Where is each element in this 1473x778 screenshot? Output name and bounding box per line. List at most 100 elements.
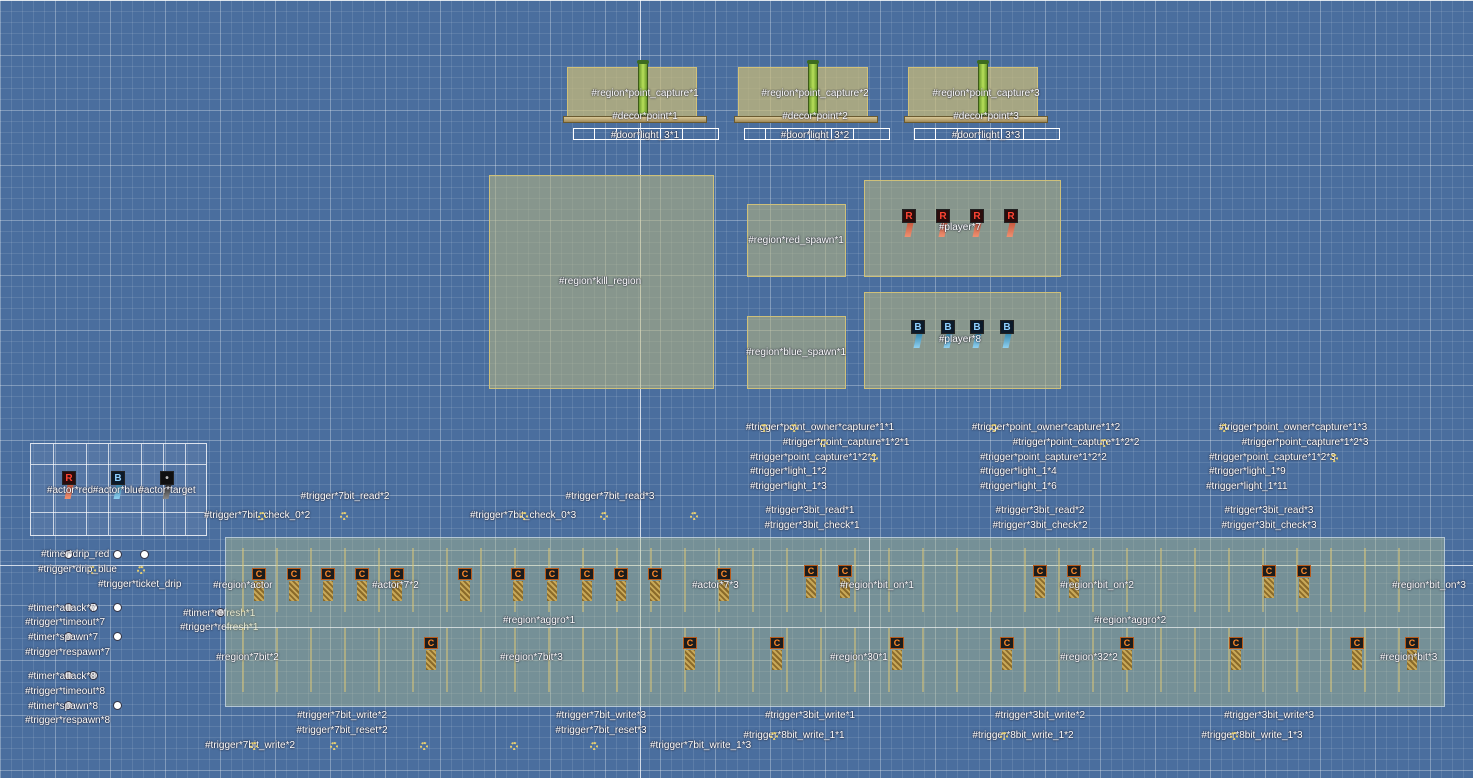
trigger-gear-icon[interactable] — [1330, 454, 1338, 462]
trigger-gear-icon[interactable] — [520, 512, 528, 520]
blue-player-sprite[interactable]: B — [911, 320, 925, 350]
origin-horizontal-axis — [0, 0, 1473, 1]
blue-player-sprite[interactable]: B — [970, 320, 984, 350]
door-light-row-3[interactable] — [914, 128, 1060, 140]
timer-node[interactable] — [216, 608, 225, 617]
door-light-row-2[interactable] — [744, 128, 890, 140]
trigger-gear-icon[interactable] — [760, 424, 768, 432]
trigger-gear-icon[interactable] — [820, 439, 828, 447]
trigger-label: #trigger*3bit_write*3 — [1223, 710, 1315, 721]
trigger-label: #trigger*point_capture*1*2*1 — [782, 437, 910, 448]
red-player-region[interactable] — [864, 180, 1061, 277]
trigger-gear-icon[interactable] — [510, 742, 518, 750]
bit-tile[interactable]: C — [1000, 637, 1014, 671]
bit-tile[interactable]: C — [1350, 637, 1364, 671]
capture-point-3-icon — [977, 60, 989, 116]
trigger-label: #trigger*7bit_read*3 — [565, 491, 655, 502]
bit-tile[interactable]: C — [545, 568, 559, 602]
bit-tile[interactable]: C — [287, 568, 301, 602]
capture-platform-1 — [563, 116, 707, 123]
bit-tile[interactable]: C — [1033, 565, 1047, 599]
trigger-label: #trigger*light_1*3 — [750, 481, 827, 492]
bit-tile[interactable]: C — [1262, 565, 1276, 599]
capture-point-1-icon — [637, 60, 649, 116]
door-light-row-1[interactable] — [573, 128, 719, 140]
bit-tile[interactable]: C — [321, 568, 335, 602]
actor-target-sprite[interactable]: • — [160, 471, 174, 501]
timer-node[interactable] — [140, 550, 149, 559]
bit-tile[interactable]: C — [580, 568, 594, 602]
trigger-label: #trigger*7bit_write*2 — [296, 710, 388, 721]
bit-tile[interactable]: C — [1405, 637, 1419, 671]
trigger-gear-icon[interactable] — [330, 742, 338, 750]
bit-tile[interactable]: C — [390, 568, 404, 602]
capture-platform-2 — [734, 116, 878, 123]
trigger-label: #trigger*3bit_write*2 — [994, 710, 1086, 721]
red-spawn-region[interactable] — [747, 204, 846, 277]
timer-node[interactable] — [64, 671, 73, 680]
trigger-gear-icon[interactable] — [770, 732, 778, 740]
timer-node[interactable] — [89, 671, 98, 680]
bit-tile[interactable]: C — [458, 568, 472, 602]
capture-region-2[interactable] — [738, 67, 868, 119]
timer-node[interactable] — [64, 632, 73, 641]
actor-blue-sprite[interactable]: B — [111, 471, 125, 501]
trigger-label: #trigger*light_1*6 — [980, 481, 1057, 492]
bit-tile[interactable]: C — [838, 565, 852, 599]
blue-player-region[interactable] — [864, 292, 1061, 389]
bit-tile[interactable]: C — [683, 637, 697, 671]
timer-node[interactable] — [113, 701, 122, 710]
trigger-gear-icon[interactable] — [990, 424, 998, 432]
red-player-sprite[interactable]: R — [936, 209, 950, 239]
bit-tile[interactable]: C — [511, 568, 525, 602]
trigger-gear-icon[interactable] — [340, 512, 348, 520]
trigger-gear-icon[interactable] — [1100, 439, 1108, 447]
timer-node[interactable] — [64, 550, 73, 559]
bit-tile[interactable]: C — [1297, 565, 1311, 599]
capture-region-1[interactable] — [567, 67, 697, 119]
trigger-gear-icon[interactable] — [590, 742, 598, 750]
trigger-gear-icon[interactable] — [690, 512, 698, 520]
red-player-sprite[interactable]: R — [902, 209, 916, 239]
trigger-gear-icon[interactable] — [1230, 732, 1238, 740]
bit-tile[interactable]: C — [614, 568, 628, 602]
trigger-gear-icon[interactable] — [790, 424, 798, 432]
trigger-gear-icon[interactable] — [420, 742, 428, 750]
bit-tile[interactable]: C — [424, 637, 438, 671]
trigger-label: #trigger*light_1*2 — [750, 466, 827, 477]
bit-tile[interactable]: C — [252, 568, 266, 602]
timer-node[interactable] — [89, 603, 98, 612]
bit-tile[interactable]: C — [1120, 637, 1134, 671]
timer-node[interactable] — [113, 632, 122, 641]
trigger-gear-icon[interactable] — [137, 566, 145, 574]
timer-node[interactable] — [64, 603, 73, 612]
red-player-sprite[interactable]: R — [970, 209, 984, 239]
timer-node[interactable] — [64, 701, 73, 710]
kill-region[interactable] — [489, 175, 714, 389]
red-player-sprite[interactable]: R — [1004, 209, 1018, 239]
bit-tile[interactable]: C — [648, 568, 662, 602]
trigger-gear-icon[interactable] — [1220, 424, 1228, 432]
blue-spawn-region[interactable] — [747, 316, 846, 389]
trigger-gear-icon[interactable] — [258, 512, 266, 520]
trigger-gear-icon[interactable] — [600, 512, 608, 520]
blue-player-sprite[interactable]: B — [941, 320, 955, 350]
timer-node[interactable] — [113, 603, 122, 612]
bit-tile[interactable]: C — [890, 637, 904, 671]
bit-tile[interactable]: C — [717, 568, 731, 602]
bit-tile[interactable]: C — [1229, 637, 1243, 671]
blue-player-sprite[interactable]: B — [1000, 320, 1014, 350]
trigger-gear-icon[interactable] — [870, 454, 878, 462]
bit-tile[interactable]: C — [804, 565, 818, 599]
timer-node[interactable] — [113, 550, 122, 559]
capture-region-3[interactable] — [908, 67, 1038, 119]
bit-tile[interactable]: C — [355, 568, 369, 602]
actor-red-sprite[interactable]: R — [62, 471, 76, 501]
trigger-gear-icon[interactable] — [88, 566, 96, 574]
trigger-label: #trigger*ticket_drip — [98, 579, 182, 590]
trigger-gear-icon[interactable] — [250, 742, 258, 750]
trigger-gear-icon[interactable] — [1000, 732, 1008, 740]
zone-divider — [869, 537, 870, 707]
bit-tile[interactable]: C — [770, 637, 784, 671]
bit-tile[interactable]: C — [1067, 565, 1081, 599]
